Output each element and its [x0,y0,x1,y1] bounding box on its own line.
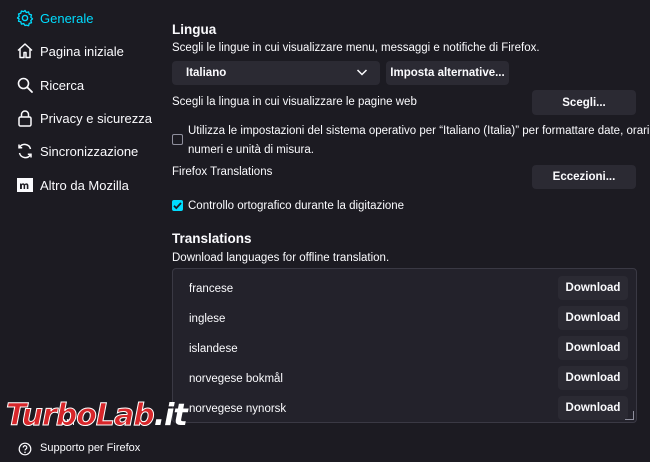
set-alternatives-button[interactable]: Imposta alternative... [386,61,509,85]
translations-description: Download languages for offline translati… [172,252,390,264]
language-name: norvegese nynorsk [189,403,287,415]
home-icon [16,42,34,60]
turbolab-watermark-logo: TurboLab.it [6,398,188,434]
sidebar-item-label: Pagina iniziale [40,43,124,59]
os-settings-checkbox[interactable] [172,134,183,145]
language-name: islandese [189,343,238,355]
os-settings-label-line1: Utilizza le impostazioni del sistema ope… [188,125,650,137]
firefox-translations-label: Firefox Translations [172,166,273,178]
chevron-down-icon [356,67,368,77]
sidebar-item-generale[interactable]: Generale [0,3,150,33]
spellcheck-checkbox[interactable] [172,200,183,211]
list-item: norvegese bokmål Download [173,364,636,394]
download-button[interactable]: Download [558,396,628,420]
list-item: islandese Download [173,334,636,364]
section-heading-translations: Translations [172,231,252,246]
sync-icon [16,142,34,160]
sidebar-item-ricerca[interactable]: Ricerca [0,70,150,100]
search-icon [16,76,34,94]
os-settings-label-line2: numeri e unità di misura. [188,144,314,156]
help-icon [18,442,32,456]
choose-button[interactable]: Scegli... [532,90,636,115]
sidebar-item-label: Privacy e sicurezza [40,110,152,126]
language-name: francese [189,283,234,295]
web-pages-language-text: Scegli la lingua in cui visualizzare le … [172,96,417,108]
watermark-part-lab: Lab [95,398,155,434]
language-name: inglese [189,313,226,325]
language-name: norvegese bokmål [189,373,283,385]
list-item: francese Download [173,274,636,304]
language-select[interactable]: Italiano [172,61,380,85]
download-button[interactable]: Download [558,366,628,390]
list-item: inglese Download [173,304,636,334]
download-button[interactable]: Download [558,276,628,300]
sidebar-item-label: Altro da Mozilla [40,177,129,193]
sidebar-item-supporto[interactable]: Supporto per Firefox [0,438,150,462]
lock-icon [16,109,34,127]
sidebar-item-privacy[interactable]: Privacy e sicurezza [0,103,152,133]
section-heading-lingua: Lingua [172,22,217,37]
checkmark-icon [173,202,182,210]
download-button[interactable]: Download [558,306,628,330]
sidebar-item-label: Generale [40,10,94,26]
list-item: norvegese nynorsk Download [173,394,636,422]
mozilla-m-icon [16,176,34,194]
gear-icon [16,9,34,27]
sidebar-item-label: Ricerca [40,77,85,93]
sidebar-item-label: Supporto per Firefox [40,442,141,454]
sidebar-item-altro-da-mozilla[interactable]: Altro da Mozilla [0,170,150,200]
translation-languages-list[interactable]: francese Download inglese Download islan… [172,268,637,423]
exceptions-button[interactable]: Eccezioni... [532,165,636,189]
watermark-part-it: .it [153,398,188,433]
spellcheck-label[interactable]: Controllo ortografico durante la digitaz… [188,200,404,212]
language-select-value: Italiano [186,67,227,79]
sidebar-item-sincronizzazione[interactable]: Sincronizzazione [0,136,150,166]
download-button[interactable]: Download [558,336,628,360]
lingua-description: Scegli le lingue in cui visualizzare men… [172,42,540,54]
main-content: Lingua Scegli le lingue in cui visualizz… [172,0,650,461]
sidebar-item-label: Sincronizzazione [40,143,139,159]
watermark-part-turbo: Turbo [6,398,98,434]
resize-grip[interactable] [625,411,634,420]
sidebar: Generale Pagina iniziale Ricerca Privacy… [0,0,152,462]
sidebar-item-pagina-iniziale[interactable]: Pagina iniziale [0,36,150,66]
